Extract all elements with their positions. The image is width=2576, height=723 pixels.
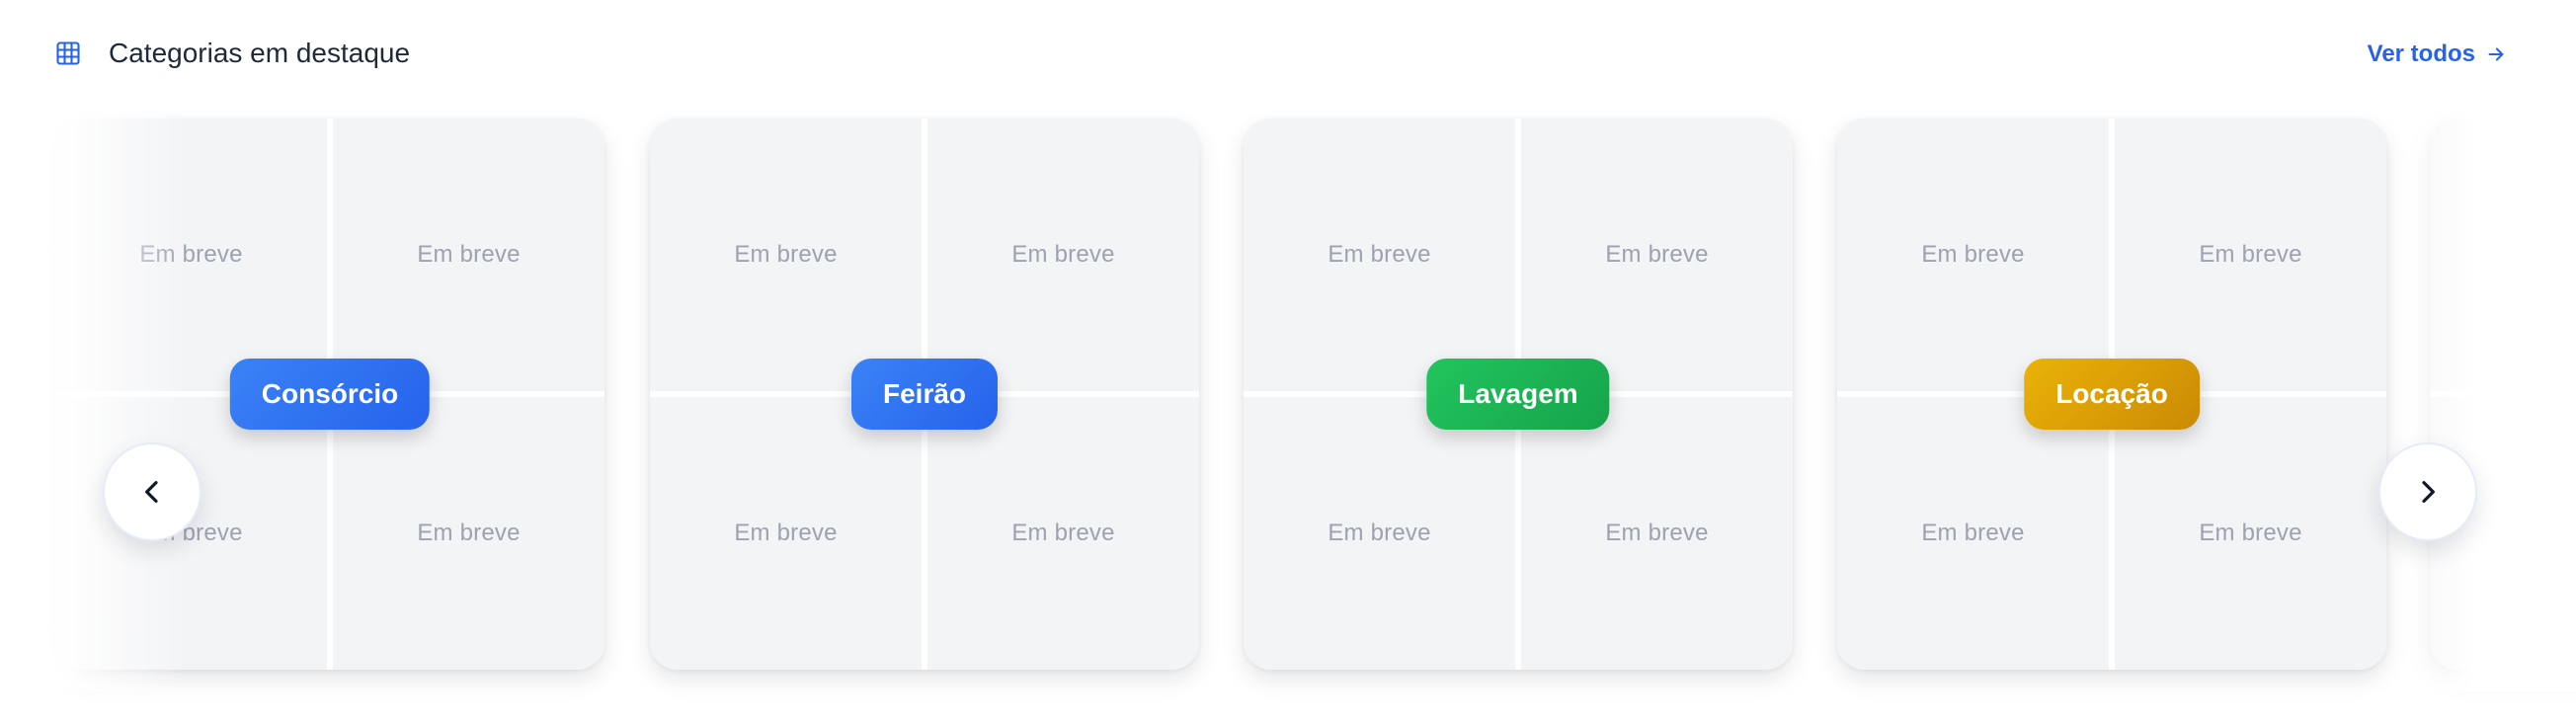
tile-placeholder: Em breve [927, 397, 1199, 670]
tile-placeholder: Em breve [1521, 119, 1793, 391]
tile-placeholder: Em breve [650, 397, 922, 670]
featured-categories-section: Categorias em destaque Ver todos Em brev… [0, 0, 2576, 723]
tile-placeholder: Em breve [1244, 119, 1515, 391]
category-card-lavagem[interactable]: Em breve Em breve Em breve Em breve Lava… [1244, 119, 1793, 670]
category-carousel: Em breve Em breve Em breve Em breve Cons… [0, 0, 2576, 723]
category-card-locacao[interactable]: Em breve Em breve Em breve Em breve Loca… [1837, 119, 2386, 670]
tile-placeholder: Em breve [1837, 397, 2109, 670]
carousel-next-button[interactable] [2378, 442, 2477, 541]
tile-placeholder: Em breve [1244, 397, 1515, 670]
carousel-prev-button[interactable] [103, 442, 201, 541]
tile-placeholder: Em breve [55, 119, 327, 391]
category-card-consorcio[interactable]: Em breve Em breve Em breve Em breve Cons… [55, 119, 604, 670]
tile-placeholder: Em breve [333, 119, 604, 391]
category-card-next-peek[interactable] [2430, 119, 2576, 670]
tile-placeholder: Em breve [1521, 397, 1793, 670]
tile-placeholder: Em breve [2115, 119, 2386, 391]
tile-placeholder: Em breve [333, 397, 604, 670]
tile-placeholder: Em breve [650, 119, 922, 391]
tile-placeholder [2430, 119, 2576, 391]
tile-placeholder: Em breve [55, 397, 327, 670]
category-badge: Locação [2024, 359, 2200, 430]
category-card-feirao[interactable]: Em breve Em breve Em breve Em breve Feir… [650, 119, 1199, 670]
chevron-right-icon [2422, 481, 2435, 503]
tile-grid [2430, 119, 2576, 670]
tile-placeholder: Em breve [1837, 119, 2109, 391]
category-badge: Lavagem [1426, 359, 1610, 430]
tile-placeholder: Em breve [2115, 397, 2386, 670]
tile-placeholder: Em breve [927, 119, 1199, 391]
category-badge: Consórcio [229, 359, 431, 430]
category-badge: Feirão [850, 359, 999, 430]
chevron-left-icon [145, 481, 158, 503]
